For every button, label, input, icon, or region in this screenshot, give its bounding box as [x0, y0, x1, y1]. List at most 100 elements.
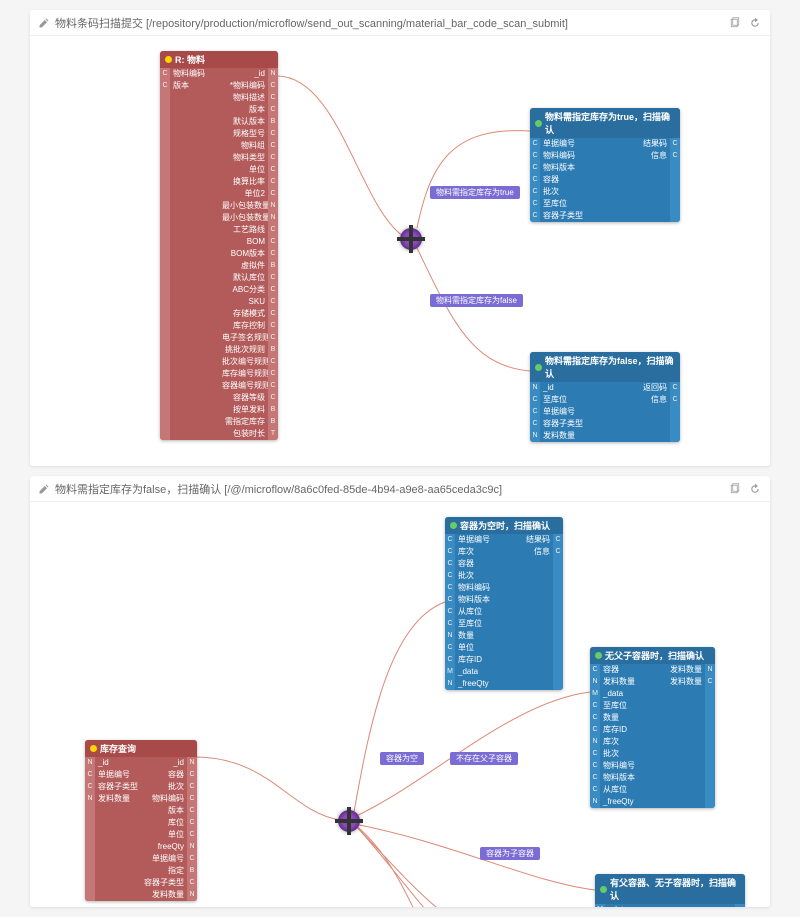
field-row: 最小包装数量2N [160, 212, 278, 224]
field-row: 库存控制C [160, 320, 278, 332]
field-row: 单位C [85, 829, 197, 841]
panel-2-header: 物料需指定库存为false，扫描确认 [/@/microflow/8a6c0fe… [30, 476, 770, 502]
field-row: C库存ID [445, 654, 563, 666]
field-row: C批次 [530, 186, 680, 198]
edit-icon[interactable] [38, 17, 50, 29]
node-true-title: 物料需指定库存为true，扫描确认 [530, 108, 680, 138]
field-row: N_freeQty [445, 678, 563, 690]
node-query[interactable]: 库存查询 N_id_idNC单据编号容器CC容器子类型批次CN发料数量物料编码C… [85, 740, 197, 901]
field-row: C从库位 [590, 784, 715, 796]
node-true[interactable]: 物料需指定库存为true，扫描确认 C单据编号结果码CC物料编码信息CC物料版本… [530, 108, 680, 222]
field-row: 版本C [160, 104, 278, 116]
field-row: 版本C [85, 805, 197, 817]
flow-panel-1: 物料条码扫描提交 [/repository/production/microfl… [30, 10, 770, 466]
field-row: 规格型号C [160, 128, 278, 140]
refresh-icon[interactable] [748, 482, 762, 496]
field-row: C物料编码 [445, 582, 563, 594]
edge-label-true: 物料需指定库存为true [430, 186, 520, 199]
field-row: C容器 [530, 174, 680, 186]
field-row: C物料编号 [590, 760, 715, 772]
field-row: M_data [590, 688, 715, 700]
edge-label-false: 物料需指定库存为false [430, 294, 523, 307]
field-row: C批次 [590, 748, 715, 760]
field-row: 最小包装数量N [160, 200, 278, 212]
status-dot-icon [535, 364, 542, 371]
field-row: C物料编码_idN [160, 68, 278, 80]
field-row: C单据编号容器C [85, 769, 197, 781]
node-empty[interactable]: 容器为空时，扫描确认 C单据编号结果码CC库次信息CC容器C批次C物料编码C物料… [445, 517, 563, 690]
field-row: ABC分类C [160, 284, 278, 296]
field-row: 默认库位C [160, 272, 278, 284]
status-dot-icon [165, 56, 172, 63]
node-query-title: 库存查询 [85, 740, 197, 757]
copy-icon[interactable] [728, 16, 742, 30]
field-row: C至库位 [590, 700, 715, 712]
node-false[interactable]: 物料需指定库存为false，扫描确认 N_id返回码CC至库位信息CC单据编号C… [530, 352, 680, 442]
edge-label-empty: 容器为空 [380, 752, 424, 765]
field-row: C库次信息C [445, 546, 563, 558]
field-row: BOM版本C [160, 248, 278, 260]
panel-1-header: 物料条码扫描提交 [/repository/production/microfl… [30, 10, 770, 36]
field-row: C至库位信息C [530, 394, 680, 406]
status-dot-icon [535, 120, 542, 127]
node-parent[interactable]: 有父容器、无子容器时，扫描确认 M_dataC容器子类型 [595, 874, 745, 907]
field-row: N发料数量发料数量C [590, 676, 715, 688]
panel-1-canvas[interactable]: R: 物料 C物料编码_idNC版本*物料编码C物料描述C版本C默认版本B规格型… [30, 36, 770, 466]
field-row: C物料编码信息C [530, 150, 680, 162]
field-row: BOMC [160, 236, 278, 248]
node-noparent[interactable]: 无父子容器时，扫描确认 C容器发料数量NN发料数量发料数量CM_dataC至库位… [590, 647, 715, 808]
field-row: 换算比率C [160, 176, 278, 188]
branch-hub-1[interactable] [400, 228, 422, 250]
field-row: 包装时长T [160, 428, 278, 440]
field-row: C数量 [590, 712, 715, 724]
field-row: M_data [445, 666, 563, 678]
field-row: N库次 [590, 736, 715, 748]
status-dot-icon [595, 652, 602, 659]
field-row: 按单发料B [160, 404, 278, 416]
node-material-title: R: 物料 [160, 51, 278, 68]
node-empty-title: 容器为空时，扫描确认 [445, 517, 563, 534]
refresh-icon[interactable] [748, 16, 762, 30]
field-row: 容器子类型C [85, 877, 197, 889]
field-row: C容器 [445, 558, 563, 570]
panel-2-canvas[interactable]: 库存查询 N_id_idNC单据编号容器CC容器子类型批次CN发料数量物料编码C… [30, 502, 770, 907]
panel-1-title: 物料条码扫描提交 [/repository/production/microfl… [55, 15, 728, 31]
field-row: C物料版本 [445, 594, 563, 606]
field-row: C批次 [445, 570, 563, 582]
field-row: C至库位 [530, 198, 680, 210]
field-row: 物料类型C [160, 152, 278, 164]
field-row: C单位 [445, 642, 563, 654]
field-row: 虚拟件B [160, 260, 278, 272]
field-row: 批次编号规则C [160, 356, 278, 368]
field-row: N数量 [445, 630, 563, 642]
status-dot-icon [450, 522, 457, 529]
field-row: 单位2C [160, 188, 278, 200]
field-row: C版本*物料编码C [160, 80, 278, 92]
edge-label-noparent: 不存在父子容器 [450, 752, 518, 765]
branch-hub-2[interactable] [338, 810, 360, 832]
edit-icon[interactable] [38, 483, 50, 495]
status-dot-icon [600, 886, 607, 893]
panel-2-title: 物料需指定库存为false，扫描确认 [/@/microflow/8a6c0fe… [55, 481, 728, 497]
field-row: 物料描述C [160, 92, 278, 104]
field-row: 发料数量N [85, 889, 197, 901]
field-row: SKUC [160, 296, 278, 308]
field-row: 容器编号规则C [160, 380, 278, 392]
node-parent-title: 有父容器、无子容器时，扫描确认 [595, 874, 745, 904]
copy-icon[interactable] [728, 482, 742, 496]
field-row: C单据编号 [530, 406, 680, 418]
field-row: N_freeQty [590, 796, 715, 808]
field-row: 电子签名规则C [160, 332, 278, 344]
status-dot-icon [90, 745, 97, 752]
field-row: N发料数量 [530, 430, 680, 442]
field-row: C单据编号结果码C [530, 138, 680, 150]
field-row: 挑批次规则B [160, 344, 278, 356]
field-row: 单位C [160, 164, 278, 176]
field-row: N发料数量物料编码C [85, 793, 197, 805]
field-row: 库位C [85, 817, 197, 829]
field-row: C库存ID [590, 724, 715, 736]
field-row: C单据编号结果码C [445, 534, 563, 546]
node-material[interactable]: R: 物料 C物料编码_idNC版本*物料编码C物料描述C版本C默认版本B规格型… [160, 51, 278, 440]
field-row: N_id_idN [85, 757, 197, 769]
field-row: 指定B [85, 865, 197, 877]
